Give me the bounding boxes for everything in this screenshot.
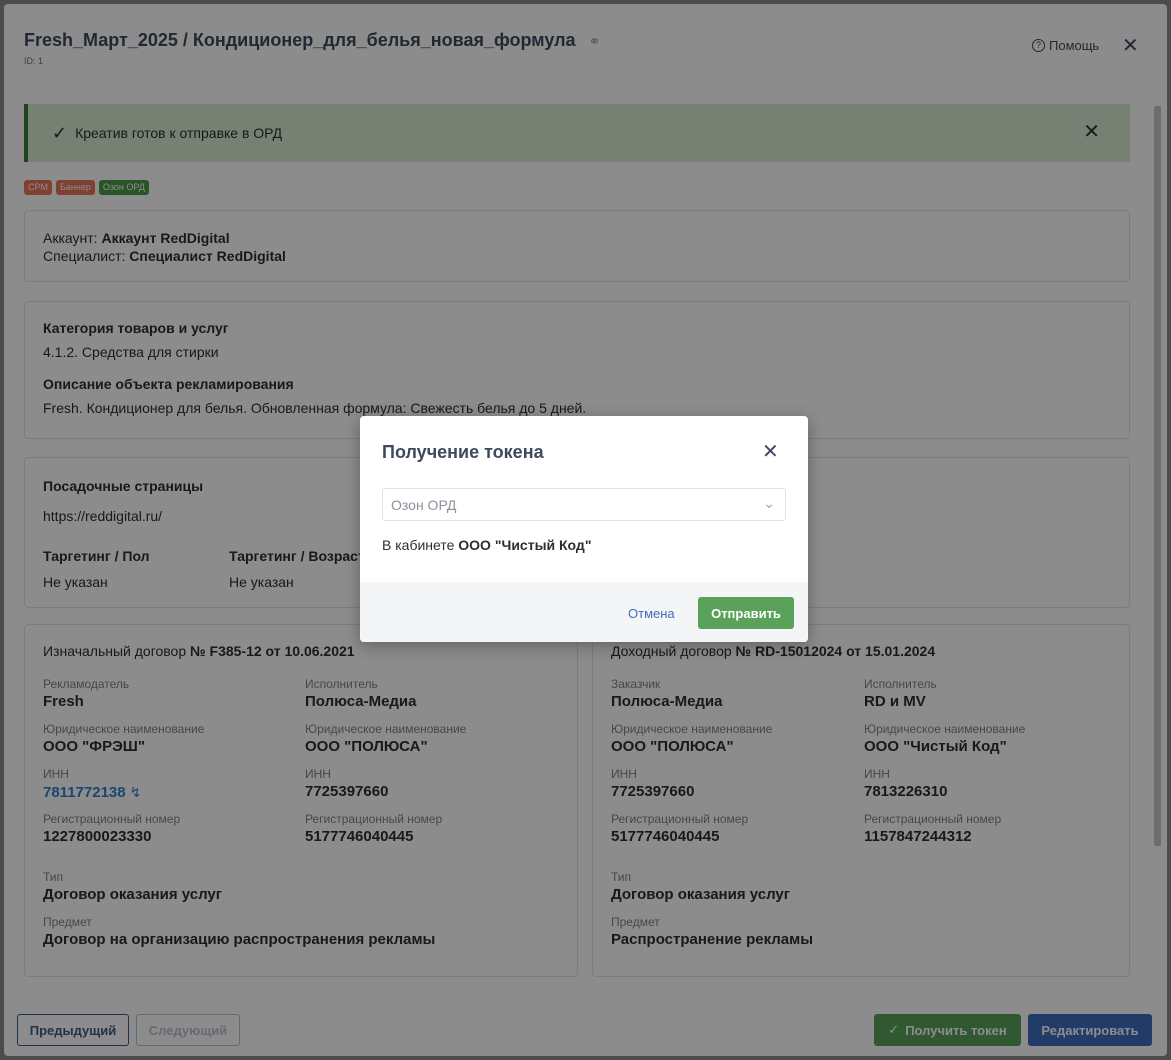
chevron-down-icon: ⌄ <box>763 495 775 511</box>
ord-select[interactable]: Озон ОРД ⌄ <box>382 488 786 521</box>
token-modal: Получение токена ✕ Озон ОРД ⌄ В кабинете… <box>360 416 808 642</box>
modal-footer: Отмена Отправить <box>360 582 808 642</box>
modal-title: Получение токена <box>382 442 544 462</box>
modal-close-icon[interactable]: ✕ <box>762 442 779 462</box>
cancel-button[interactable]: Отмена <box>628 606 675 621</box>
ord-select-value: Озон ОРД <box>391 496 457 513</box>
cabinet-name: ООО "Чистый Код" <box>458 537 592 553</box>
send-button[interactable]: Отправить <box>698 597 794 629</box>
cabinet-text: В кабинете ООО "Чистый Код" <box>382 537 591 553</box>
cabinet-prefix: В кабинете <box>382 537 455 553</box>
